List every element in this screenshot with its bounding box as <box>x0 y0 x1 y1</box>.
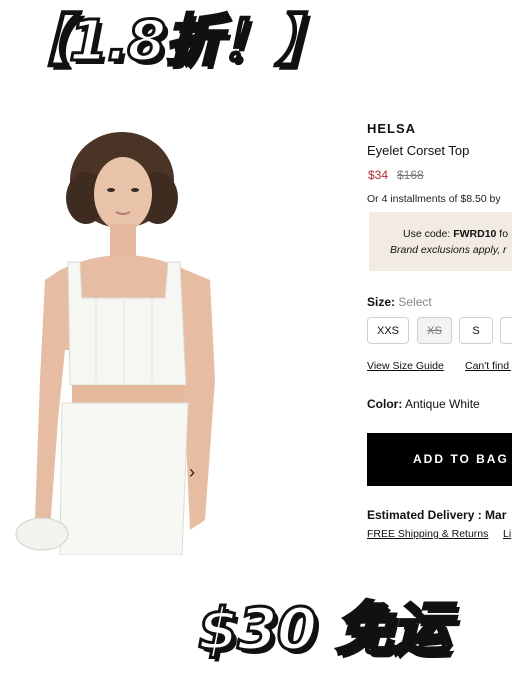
size-option-xxs[interactable]: XXS <box>367 317 409 344</box>
size-label: Size: Select <box>367 295 432 309</box>
model-photo <box>15 132 215 555</box>
sale-price: $34 <box>368 168 389 182</box>
add-to-bag-button[interactable]: ADD TO BAG <box>367 433 512 486</box>
promo-code-prefix: Use code: <box>403 228 454 240</box>
original-price: $168 <box>397 168 424 182</box>
color-label: Color: Antique White <box>367 397 480 411</box>
brand-name[interactable]: HELSA <box>367 121 416 136</box>
size-option-next[interactable] <box>500 317 512 344</box>
chevron-right-icon[interactable]: › <box>184 460 200 484</box>
size-option-s[interactable]: S <box>459 317 493 344</box>
promo-code-suffix: fo <box>496 228 509 240</box>
size-option-xs[interactable]: XS <box>417 317 452 344</box>
size-label-text: Size: <box>367 295 396 309</box>
estimated-delivery: Estimated Delivery : Mar <box>367 508 507 522</box>
cant-find-size-link[interactable]: Can't find y <box>465 360 512 372</box>
secondary-link[interactable]: Li <box>503 528 511 540</box>
promo-shipping-banner: $30 免运 <box>196 594 451 665</box>
product-image[interactable]: › <box>0 120 240 555</box>
promo-code-box: Use code: FWRD10 fo Brand exclusions app… <box>369 212 512 271</box>
size-guide-link[interactable]: View Size Guide <box>367 360 444 372</box>
promo-exclusions: Brand exclusions apply, r <box>390 244 507 256</box>
free-shipping-link[interactable]: FREE Shipping & Returns <box>367 528 488 540</box>
promo-code-line: Use code: FWRD10 fo <box>403 228 508 240</box>
promo-code: FWRD10 <box>453 228 497 240</box>
installments-text: Or 4 installments of $8.50 by <box>367 193 501 205</box>
color-value: Antique White <box>405 397 480 411</box>
color-label-text: Color: <box>367 397 403 411</box>
product-title: Eyelet Corset Top <box>367 143 470 158</box>
size-selected: Select <box>398 295 432 309</box>
promo-discount-banner: 【1.8折！】 <box>12 8 332 75</box>
